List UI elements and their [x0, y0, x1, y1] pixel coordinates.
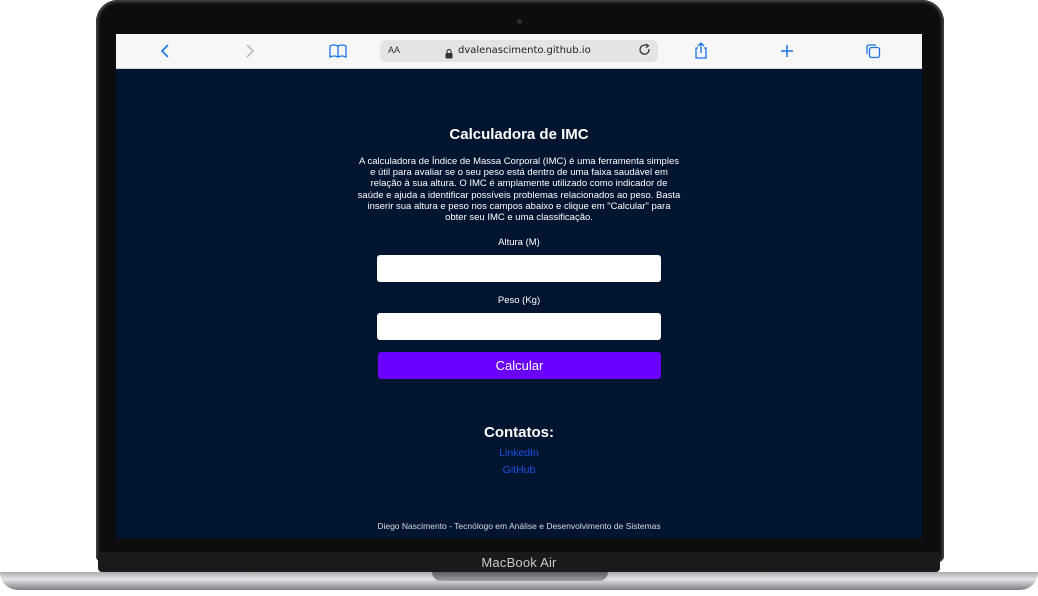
page-description: A calculadora de Índice de Massa Corpora… [357, 156, 681, 224]
camera-dot [517, 19, 522, 24]
calculate-button[interactable]: Calcular [378, 352, 661, 379]
bmi-page: Calculadora de IMC A calculadora de Índi… [116, 68, 922, 538]
tabs-icon[interactable] [862, 40, 884, 62]
lock-icon [445, 46, 453, 64]
reload-icon[interactable] [638, 43, 652, 62]
page-footer: Diego Nascimento - Tecnólogo em Análise … [377, 521, 661, 531]
screen: AA dvalenascimento.github.io Calculadora… [116, 34, 922, 538]
laptop-opening-notch [432, 572, 608, 581]
forward-icon[interactable] [239, 40, 261, 62]
browser-toolbar: AA dvalenascimento.github.io [116, 34, 922, 69]
back-icon[interactable] [154, 40, 176, 62]
reader-label[interactable]: AA [388, 45, 400, 55]
new-tab-icon[interactable] [776, 40, 798, 62]
share-icon[interactable] [690, 40, 712, 62]
linkedin-link[interactable]: LinkedIn [116, 447, 922, 459]
url-text: dvalenascimento.github.io [458, 45, 591, 56]
device-brand-label: MacBook Air [481, 555, 557, 570]
contacts-title: Contatos: [484, 424, 554, 441]
height-label: Altura (M) [498, 237, 540, 248]
weight-input[interactable] [377, 313, 661, 340]
page-title: Calculadora de IMC [449, 126, 589, 143]
bookmarks-icon[interactable] [327, 40, 349, 62]
height-input[interactable] [377, 255, 661, 282]
github-link[interactable]: GitHub [116, 464, 922, 476]
weight-label: Peso (Kg) [497, 295, 541, 306]
address-bar[interactable]: AA dvalenascimento.github.io [380, 40, 658, 62]
